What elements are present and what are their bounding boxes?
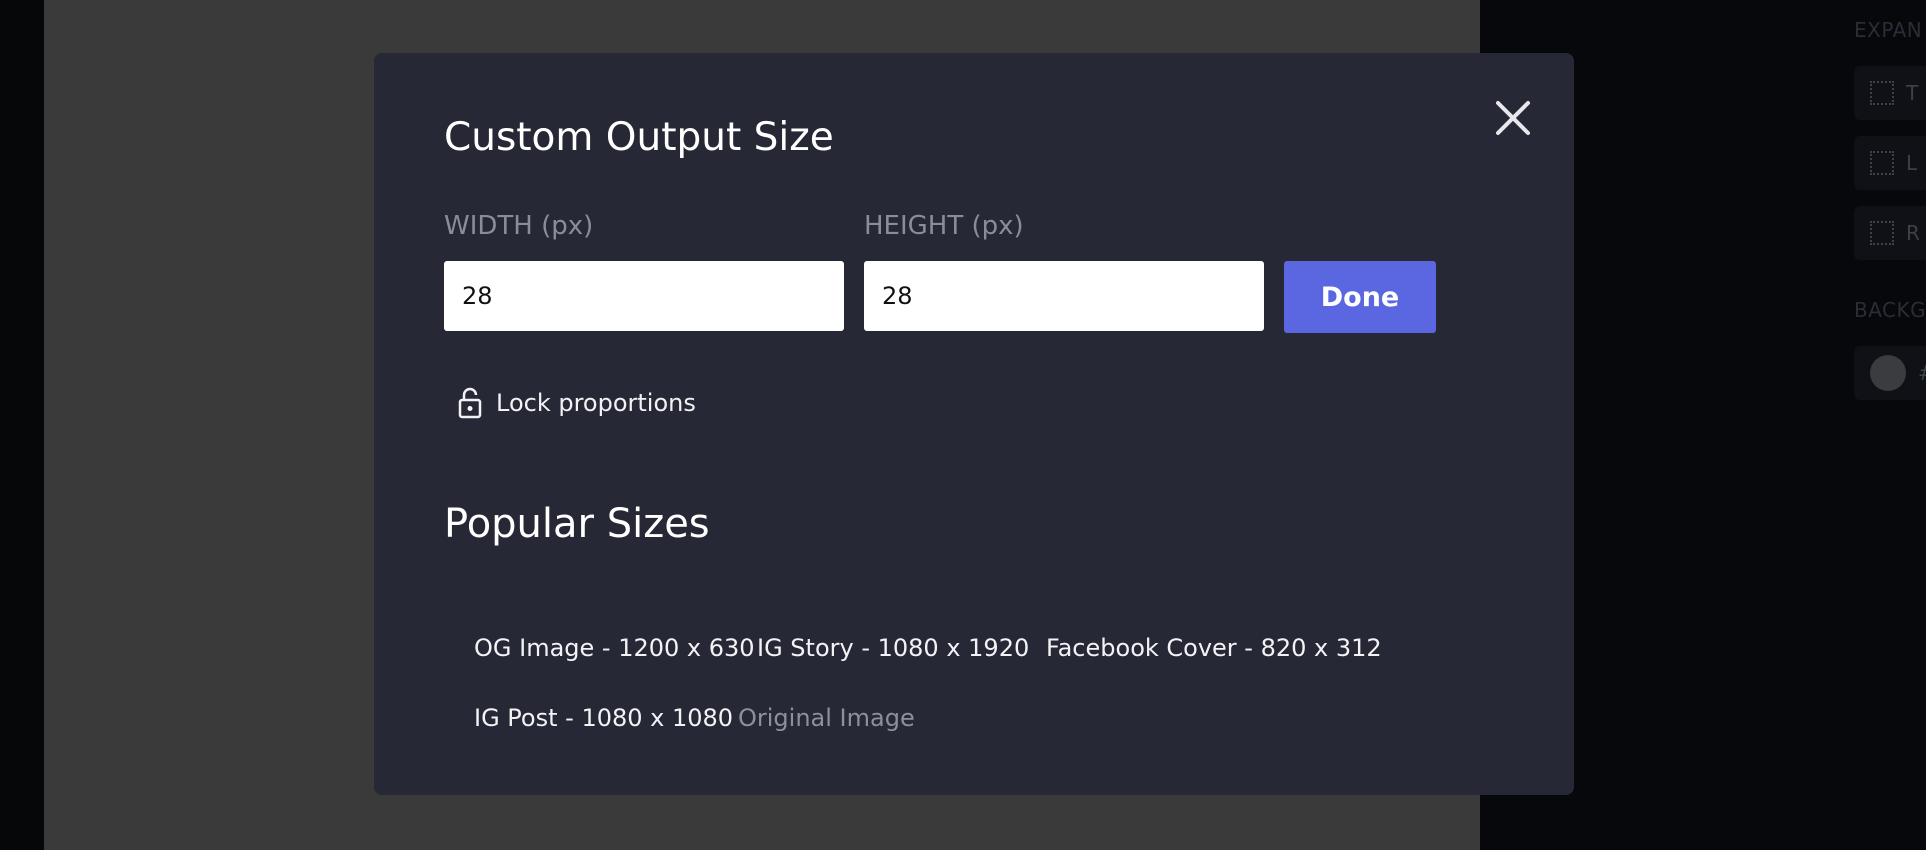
expand-option-right[interactable]: R <box>1854 206 1926 260</box>
dialog-title: Custom Output Size <box>444 115 834 160</box>
dashed-square-icon <box>1870 81 1894 105</box>
expand-option-label: L <box>1906 151 1918 175</box>
unlocked-padlock-icon <box>458 387 482 419</box>
height-input[interactable] <box>864 261 1264 331</box>
done-button[interactable]: Done <box>1284 261 1436 333</box>
left-edge <box>0 0 44 850</box>
dashed-square-icon <box>1870 221 1894 245</box>
color-swatch-icon <box>1870 355 1906 391</box>
expand-option-left[interactable]: L <box>1854 136 1926 190</box>
expand-option-top[interactable]: T <box>1854 66 1926 120</box>
width-input[interactable] <box>444 261 844 331</box>
expand-option-label: T <box>1906 81 1919 105</box>
custom-output-size-dialog: Custom Output Size WIDTH (px) HEIGHT (px… <box>374 53 1574 795</box>
close-icon <box>1496 101 1530 135</box>
expand-option-label: R <box>1906 221 1920 245</box>
background-heading: BACKG <box>1854 298 1926 322</box>
dashed-square-icon <box>1870 151 1894 175</box>
close-button[interactable] <box>1492 97 1534 139</box>
settings-side-panel: EXPAN T L R BACKG # <box>1854 0 1926 850</box>
background-color-picker[interactable]: # <box>1854 346 1926 400</box>
lock-proportions-label: Lock proportions <box>496 389 696 417</box>
expand-heading: EXPAN <box>1854 18 1923 42</box>
size-option-og-image[interactable]: OG Image - 1200 x 630 <box>458 625 771 671</box>
width-label: WIDTH (px) <box>444 211 594 241</box>
size-option-ig-story[interactable]: IG Story - 1080 x 1920 <box>741 625 1045 671</box>
lock-proportions-toggle[interactable]: Lock proportions <box>458 383 696 423</box>
size-option-facebook-cover[interactable]: Facebook Cover - 820 x 312 <box>1030 625 1398 671</box>
size-option-ig-post[interactable]: IG Post - 1080 x 1080 <box>458 695 749 741</box>
size-option-original-image[interactable]: Original Image <box>722 695 931 741</box>
popular-sizes-title: Popular Sizes <box>444 501 710 547</box>
height-label: HEIGHT (px) <box>864 211 1024 241</box>
background-color-value: # <box>1918 361 1926 385</box>
